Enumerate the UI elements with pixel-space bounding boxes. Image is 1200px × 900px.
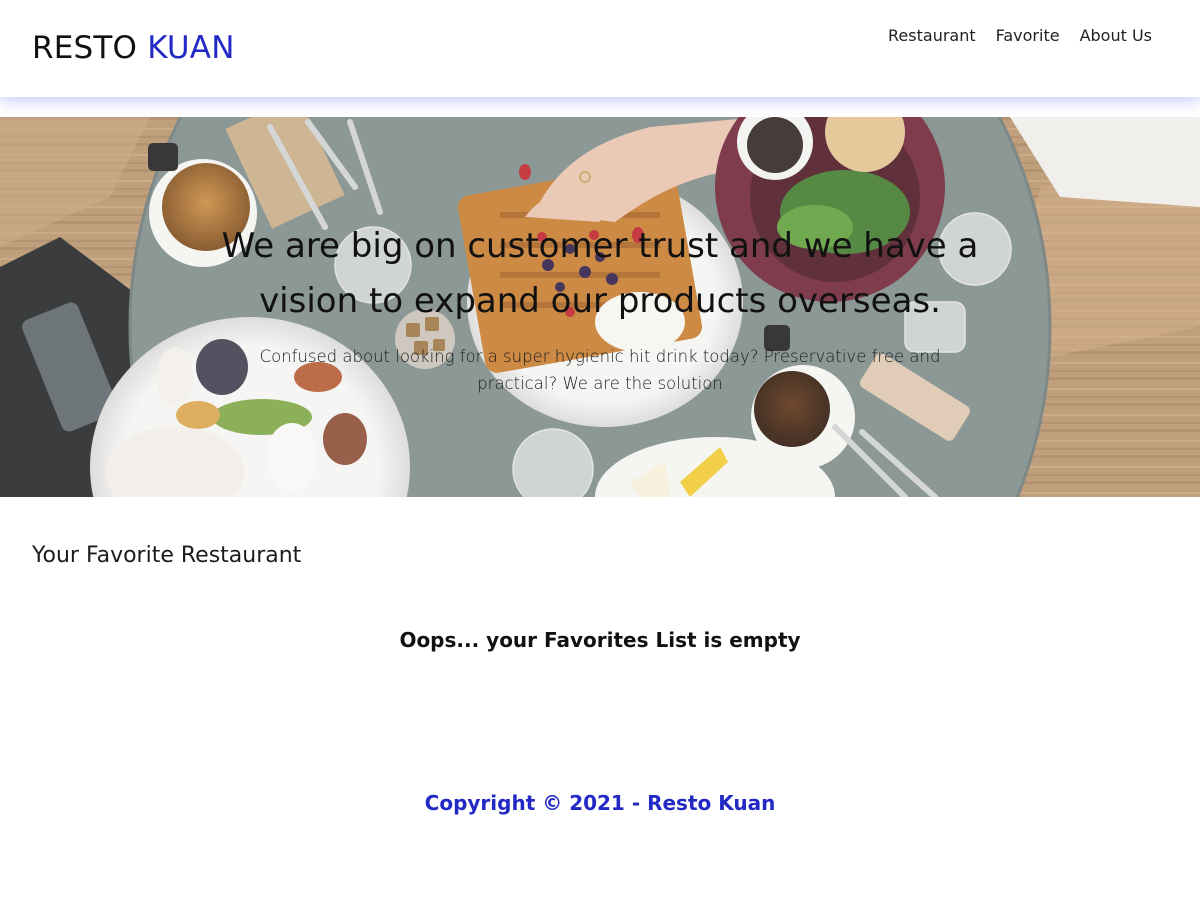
- nav-link-favorite[interactable]: Favorite: [996, 26, 1060, 46]
- empty-state-message: Oops... your Favorites List is empty: [399, 628, 801, 652]
- nav-link-restaurant[interactable]: Restaurant: [888, 26, 976, 46]
- hero-subtitle: Confused about looking for a super hygie…: [259, 347, 941, 393]
- hero-text: We are big on customer trust and we have…: [0, 117, 1200, 497]
- section-title: Your Favorite Restaurant: [32, 543, 302, 568]
- nav-item: About Us: [1080, 26, 1152, 46]
- main-nav: Restaurant Favorite About Us: [888, 26, 1152, 46]
- copyright-text: Copyright © 2021 - Resto Kuan: [424, 791, 776, 815]
- brand-name-accent: KUAN: [147, 30, 235, 66]
- nav-item: Favorite: [996, 26, 1060, 46]
- app-header: RESTO KUAN Restaurant Favorite About Us: [0, 0, 1200, 97]
- nav-item: Restaurant: [888, 26, 976, 46]
- brand-logo[interactable]: RESTO KUAN: [32, 28, 235, 68]
- brand-name: RESTO: [32, 30, 138, 66]
- nav-link-about-us[interactable]: About Us: [1080, 26, 1152, 46]
- hero-section: We are big on customer trust and we have…: [0, 117, 1200, 497]
- footer: Copyright © 2021 - Resto Kuan: [0, 789, 1200, 817]
- hero-title: We are big on customer trust and we have…: [221, 226, 979, 321]
